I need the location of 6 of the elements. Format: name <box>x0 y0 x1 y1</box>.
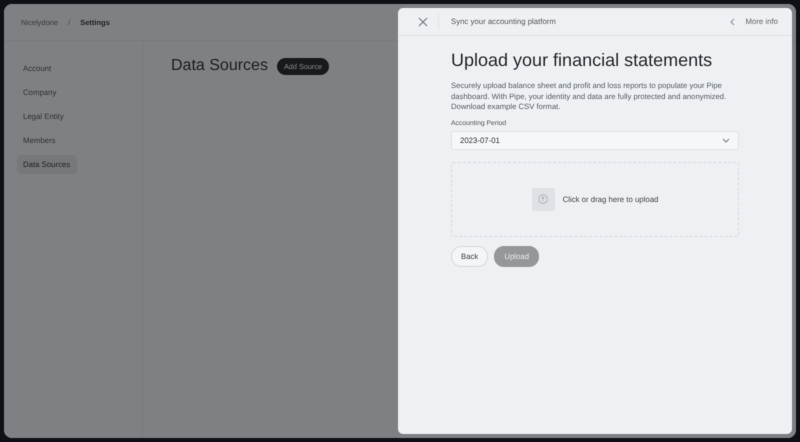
page-title: Data Sources <box>171 57 268 75</box>
close-icon[interactable] <box>418 16 428 26</box>
panel-heading: Upload your financial statements <box>451 50 714 71</box>
chevron-down-icon <box>722 138 730 142</box>
upload-icon <box>532 188 555 210</box>
chevron-left-icon <box>730 18 736 26</box>
